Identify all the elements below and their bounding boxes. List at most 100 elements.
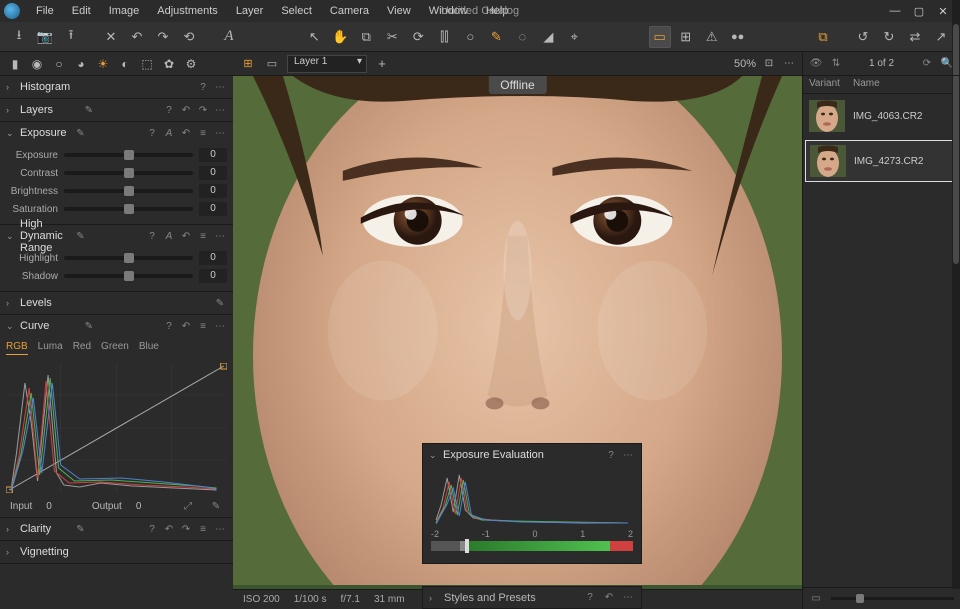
reset-icon[interactable]: ↶ bbox=[179, 103, 193, 117]
slider-value[interactable]: 0 bbox=[199, 251, 227, 265]
tab-output-icon[interactable]: ⚙ bbox=[182, 55, 200, 73]
single-view-icon[interactable]: ▭ bbox=[263, 55, 281, 73]
preset-icon[interactable]: ≡ bbox=[196, 522, 210, 536]
select-icon[interactable]: ⇅ bbox=[829, 57, 843, 71]
undo-icon[interactable]: ↶ bbox=[126, 26, 148, 48]
brush-small-icon[interactable]: ✎ bbox=[82, 103, 96, 117]
slider-shadow[interactable] bbox=[64, 274, 193, 278]
slider-highlight[interactable] bbox=[64, 256, 193, 260]
section-layers[interactable]: › Layers ✎ ?↶↷⋯ bbox=[0, 99, 233, 121]
curve-tab-green[interactable]: Green bbox=[101, 341, 129, 355]
flip-h-icon[interactable]: ⇄ bbox=[904, 26, 926, 48]
menu-icon[interactable]: ⋯ bbox=[213, 319, 227, 333]
redo-icon[interactable]: ↷ bbox=[152, 26, 174, 48]
rotate-icon[interactable]: ⟳ bbox=[407, 26, 429, 48]
eyedropper-icon[interactable]: ✎ bbox=[209, 499, 223, 513]
brush-small-icon[interactable]: ✎ bbox=[82, 319, 96, 333]
slider-value[interactable]: 0 bbox=[199, 166, 227, 180]
maximize-button[interactable]: ▢ bbox=[912, 5, 926, 18]
section-curve[interactable]: ⌄ Curve ✎ ?↶≡⋯ bbox=[0, 315, 233, 337]
eye-icon[interactable]: 👁 bbox=[809, 57, 823, 71]
tab-color-icon[interactable]: ◕ bbox=[72, 55, 90, 73]
sort-icon[interactable]: ⟳ bbox=[920, 57, 934, 71]
thumb-size-slider[interactable] bbox=[831, 597, 954, 600]
section-clarity[interactable]: › Clarity ✎ ?↶↷≡⋯ bbox=[0, 518, 233, 540]
help-icon[interactable]: ? bbox=[583, 591, 597, 605]
section-levels[interactable]: › Levels ✎ bbox=[0, 292, 233, 314]
menu-image[interactable]: Image bbox=[101, 2, 148, 20]
slider-contrast[interactable] bbox=[64, 171, 193, 175]
import-icon[interactable]: ⭳ bbox=[8, 26, 30, 48]
reset-icon[interactable]: ⟲ bbox=[178, 26, 200, 48]
browser-item[interactable]: IMG_4273.CR2 bbox=[805, 140, 958, 182]
auto-icon[interactable]: A bbox=[162, 126, 176, 140]
menu-icon[interactable]: ⋯ bbox=[213, 522, 227, 536]
tab-meta-icon[interactable]: ✿ bbox=[160, 55, 178, 73]
zoom-fit-icon[interactable]: ⊡ bbox=[762, 57, 776, 71]
workspace-icon[interactable]: ⧉ bbox=[812, 26, 834, 48]
curve-tab-luma[interactable]: Luma bbox=[38, 341, 63, 355]
rotate-cw-icon[interactable]: ↻ bbox=[878, 26, 900, 48]
help-icon[interactable]: ? bbox=[604, 448, 618, 462]
export-icon[interactable]: ⭱ bbox=[60, 26, 82, 48]
brush-small-icon[interactable]: ✎ bbox=[74, 126, 88, 140]
preset-icon[interactable]: ≡ bbox=[196, 319, 210, 333]
curve-plot[interactable] bbox=[6, 363, 227, 493]
slider-exposure[interactable] bbox=[64, 153, 193, 157]
hand-icon[interactable]: ✋ bbox=[329, 26, 351, 48]
section-vignetting[interactable]: › Vignetting bbox=[0, 541, 233, 563]
help-icon[interactable]: ? bbox=[162, 319, 176, 333]
arrow-out-icon[interactable]: ↗ bbox=[930, 26, 952, 48]
clone-icon[interactable]: ⌖ bbox=[563, 26, 585, 48]
gradient-icon[interactable]: ◢ bbox=[537, 26, 559, 48]
slider-saturation[interactable] bbox=[64, 207, 193, 211]
help-icon[interactable]: ? bbox=[145, 522, 159, 536]
focus-icon[interactable]: ●● bbox=[727, 26, 749, 48]
help-icon[interactable]: ? bbox=[162, 103, 176, 117]
menu-icon[interactable]: ⋯ bbox=[213, 103, 227, 117]
menu-icon[interactable]: ⋯ bbox=[621, 448, 635, 462]
spot-icon[interactable]: ○ bbox=[459, 26, 481, 48]
zoom-value[interactable]: 50% bbox=[734, 58, 756, 70]
styles-presets-panel[interactable]: › Styles and Presets ? ↶ ⋯ bbox=[422, 586, 642, 609]
warning-icon[interactable]: ⚠ bbox=[701, 26, 723, 48]
slider-value[interactable]: 0 bbox=[199, 148, 227, 162]
reset-icon[interactable]: ↷ bbox=[179, 522, 193, 536]
slider-brightness[interactable] bbox=[64, 189, 193, 193]
help-icon[interactable]: ? bbox=[145, 126, 159, 140]
menu-icon[interactable]: ⋯ bbox=[621, 591, 635, 605]
browser-item[interactable]: IMG_4063.CR2 bbox=[803, 94, 960, 138]
menu-icon[interactable]: ⋯ bbox=[213, 126, 227, 140]
filmstrip-icon[interactable]: ▭ bbox=[809, 592, 823, 606]
tab-adjust-icon[interactable]: ⬚ bbox=[138, 55, 156, 73]
preset-icon[interactable]: ≡ bbox=[196, 126, 210, 140]
section-exposure[interactable]: ⌄ Exposure ✎ ?A↶≡⋯ bbox=[0, 122, 233, 144]
close-button[interactable]: ✕ bbox=[936, 5, 950, 18]
reset-icon[interactable]: ↶ bbox=[179, 126, 193, 140]
ev-marker[interactable] bbox=[465, 539, 469, 553]
brush-small-icon[interactable]: ✎ bbox=[213, 296, 227, 310]
cancel-icon[interactable]: ✕ bbox=[100, 26, 122, 48]
overlay-icon[interactable]: ▭ bbox=[649, 26, 671, 48]
straighten-icon[interactable]: ⫿⫿ bbox=[433, 26, 455, 48]
tab-lens-icon[interactable]: ○ bbox=[50, 55, 68, 73]
curve-tab-rgb[interactable]: RGB bbox=[6, 341, 28, 355]
tab-details-icon[interactable]: ◐ bbox=[116, 55, 134, 73]
menu-layer[interactable]: Layer bbox=[228, 2, 272, 20]
menu-edit[interactable]: Edit bbox=[64, 2, 99, 20]
copy-icon[interactable]: ⧉ bbox=[355, 26, 377, 48]
tab-library-icon[interactable]: ▮ bbox=[6, 55, 24, 73]
layer-select[interactable]: Layer 1▾ bbox=[287, 55, 367, 73]
rotate-ccw-icon[interactable]: ↺ bbox=[852, 26, 874, 48]
reset-icon[interactable]: ↷ bbox=[196, 103, 210, 117]
slider-value[interactable]: 0 bbox=[199, 269, 227, 283]
auto-icon[interactable]: A bbox=[162, 229, 176, 243]
brush-small-icon[interactable]: ✎ bbox=[74, 522, 88, 536]
reset-icon[interactable]: ↶ bbox=[162, 522, 176, 536]
pointer-icon[interactable]: ↖ bbox=[303, 26, 325, 48]
camera-icon[interactable]: 📷 bbox=[34, 26, 56, 48]
menu-icon[interactable]: ⋯ bbox=[213, 229, 227, 243]
expeval-header[interactable]: ⌄ Exposure Evaluation ?⋯ bbox=[423, 444, 641, 466]
reset-icon[interactable]: ↶ bbox=[179, 319, 193, 333]
tab-exposure-icon[interactable]: ☀ bbox=[94, 55, 112, 73]
